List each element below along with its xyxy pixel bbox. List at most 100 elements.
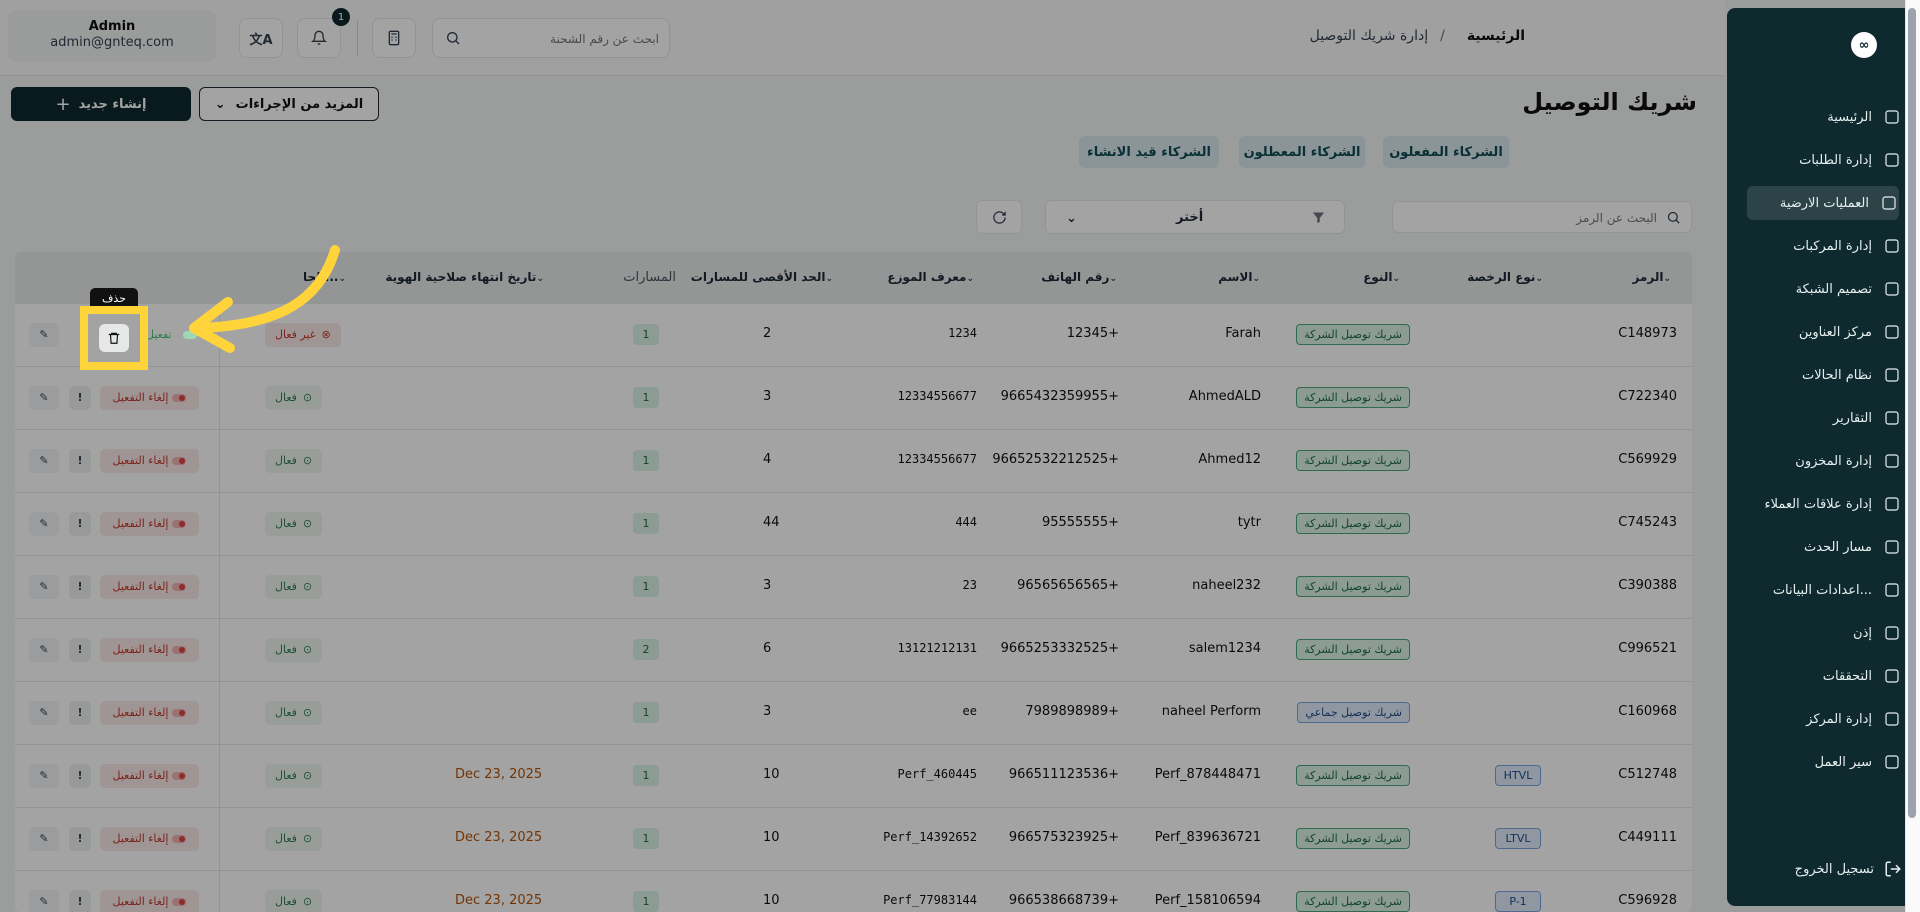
- info-button[interactable]: !: [69, 701, 91, 725]
- edit-button[interactable]: ✎: [29, 575, 59, 599]
- sidebar-item[interactable]: نظام الحالات: [1747, 358, 1902, 392]
- cell-max-paths: 10: [763, 830, 780, 845]
- sidebar-item[interactable]: اعدادات البيانات...: [1747, 573, 1902, 607]
- sidebar-item[interactable]: مسار الحدث: [1747, 530, 1902, 564]
- info-button[interactable]: !: [69, 386, 91, 410]
- code-search[interactable]: [1392, 201, 1692, 233]
- deactivate-button[interactable]: إلغاء التفعيل: [100, 512, 199, 536]
- search-icon: [1667, 211, 1680, 224]
- sidebar-item[interactable]: سير العمل: [1747, 745, 1902, 779]
- cell-code: C449111: [1618, 830, 1677, 845]
- sidebar-item[interactable]: إدارة المركبات: [1747, 229, 1902, 263]
- edit-button[interactable]: ✎: [29, 449, 59, 473]
- deactivate-button[interactable]: إلغاء التفعيل: [100, 890, 199, 912]
- deactivate-button[interactable]: إلغاء التفعيل: [100, 701, 199, 725]
- edit-button[interactable]: ✎: [29, 386, 59, 410]
- deactivate-button[interactable]: إلغاء التفعيل: [100, 449, 199, 473]
- sidebar-item-label: إدارة المركبات: [1793, 238, 1872, 254]
- sidebar-item[interactable]: إذن: [1747, 616, 1902, 650]
- sidebar-item[interactable]: التحققات: [1747, 659, 1902, 693]
- info-button[interactable]: !: [69, 638, 91, 662]
- sidebar-item[interactable]: إدارة المركز: [1747, 702, 1902, 736]
- cell-max-paths: 3: [763, 389, 772, 404]
- info-button[interactable]: !: [69, 764, 91, 788]
- sidebar-item[interactable]: العمليات الارضية: [1747, 186, 1899, 220]
- check-circle-icon: ⊙: [302, 580, 313, 593]
- cell-phone: 96652532212525+: [992, 452, 1119, 467]
- filter-select[interactable]: ⌄ أختر: [1045, 200, 1345, 234]
- tab-disabled-partners[interactable]: الشركاء المعطلون: [1239, 136, 1365, 168]
- cell-code: C148973: [1618, 326, 1677, 341]
- info-button[interactable]: !: [69, 890, 91, 912]
- create-new-button[interactable]: + إنشاء جديد: [11, 87, 191, 121]
- deactivate-button[interactable]: إلغاء التفعيل: [100, 764, 199, 788]
- deactivate-button[interactable]: إلغاء التفعيل: [100, 386, 199, 410]
- deactivate-button[interactable]: إلغاء التفعيل: [100, 575, 199, 599]
- alert-icon: !: [77, 769, 83, 782]
- breadcrumb-home[interactable]: الرئيسية: [1467, 28, 1525, 44]
- sidebar-item[interactable]: إدارة الطلبات: [1747, 143, 1902, 177]
- shipment-search[interactable]: [432, 18, 670, 58]
- edit-button[interactable]: ✎: [29, 701, 59, 725]
- sidebar-item[interactable]: تصميم الشبكة: [1747, 272, 1902, 306]
- info-button[interactable]: !: [69, 575, 91, 599]
- cell-code: C160968: [1618, 704, 1677, 719]
- col-license[interactable]: نوع الرخصة⌄: [1467, 270, 1549, 284]
- cell-max-paths: 6: [763, 641, 772, 656]
- sidebar: ∞ الرئيسية إدارة الطلبات العمليات الارضية إ…: [1727, 8, 1912, 906]
- tab-active-partners[interactable]: الشركاء المفعلون: [1383, 136, 1509, 168]
- deactivate-button[interactable]: إلغاء التفعيل: [100, 638, 199, 662]
- col-type[interactable]: النوع⌄: [1363, 270, 1406, 284]
- edit-button[interactable]: ✎: [29, 512, 59, 536]
- code-search-input[interactable]: [1417, 208, 1657, 228]
- user-card[interactable]: Admin admin@gnteq.com: [8, 10, 216, 62]
- cell-name: naheel Perform: [1161, 704, 1261, 719]
- filter-select-value: أختر: [1176, 210, 1204, 225]
- more-actions-label: المزيد من الإجراءات: [235, 96, 364, 112]
- logout-button[interactable]: تسجيل الخروج: [1747, 854, 1902, 884]
- inventory-icon: [1882, 451, 1902, 471]
- page-scrollbar-thumb[interactable]: [1908, 8, 1916, 818]
- type-badge: شريك توصيل الشركة: [1296, 387, 1410, 408]
- info-button[interactable]: !: [69, 827, 91, 851]
- edit-button[interactable]: ✎: [29, 764, 59, 788]
- info-button[interactable]: !: [69, 449, 91, 473]
- sidebar-item-label: اعدادات البيانات...: [1772, 582, 1872, 598]
- deactivate-label: إلغاء التفعيل: [112, 391, 169, 404]
- sidebar-item[interactable]: الرئيسية: [1747, 100, 1902, 134]
- col-distributor[interactable]: معرف الموزع⌄: [887, 270, 980, 284]
- sidebar-item[interactable]: إدارة المخزون: [1747, 444, 1902, 478]
- sidebar-item[interactable]: التقارير: [1747, 401, 1902, 435]
- edit-button[interactable]: ✎: [29, 323, 59, 347]
- shipment-search-input[interactable]: [479, 28, 659, 50]
- language-button[interactable]: 文A: [239, 18, 283, 58]
- edit-button[interactable]: ✎: [29, 827, 59, 851]
- sidebar-item[interactable]: إدارة علاقات العملاء: [1747, 487, 1902, 521]
- alert-icon: !: [77, 454, 83, 467]
- truck-icon: [1882, 236, 1902, 256]
- refresh-icon: [992, 210, 1006, 224]
- more-actions-button[interactable]: ⌄ المزيد من الإجراءات: [199, 87, 379, 121]
- tab-pending-partners[interactable]: الشركاء قيد الانشاء: [1079, 136, 1219, 168]
- edit-button[interactable]: ✎: [29, 890, 59, 912]
- pencil-icon: ✎: [39, 832, 49, 845]
- refresh-button[interactable]: [976, 200, 1022, 234]
- col-phone[interactable]: رقم الهاتف⌄: [1041, 270, 1123, 284]
- check-circle-icon: ⊙: [302, 517, 313, 530]
- sidebar-item[interactable]: مركز العناوين: [1747, 315, 1902, 349]
- paths-badge: 1: [633, 702, 659, 723]
- info-button[interactable]: !: [69, 512, 91, 536]
- col-max-paths[interactable]: الحد الأقصى للمسارات⌄: [691, 270, 839, 284]
- col-name[interactable]: الاسم⌄: [1218, 270, 1266, 284]
- col-id-expiry[interactable]: تاريخ انتهاء صلاحية الهوية⌄: [385, 270, 550, 284]
- sidebar-item-label: التقارير: [1832, 410, 1872, 426]
- paths-badge: 1: [633, 765, 659, 786]
- calculator-button[interactable]: [372, 18, 416, 58]
- toggle-icon: [172, 772, 187, 780]
- database-icon: [1882, 580, 1902, 600]
- paths-badge: 1: [633, 576, 659, 597]
- deactivate-button[interactable]: إلغاء التفعيل: [100, 827, 199, 851]
- col-code[interactable]: الرمز⌄: [1632, 270, 1677, 284]
- cell-expiry: Dec 23, 2025: [455, 830, 543, 845]
- edit-button[interactable]: ✎: [29, 638, 59, 662]
